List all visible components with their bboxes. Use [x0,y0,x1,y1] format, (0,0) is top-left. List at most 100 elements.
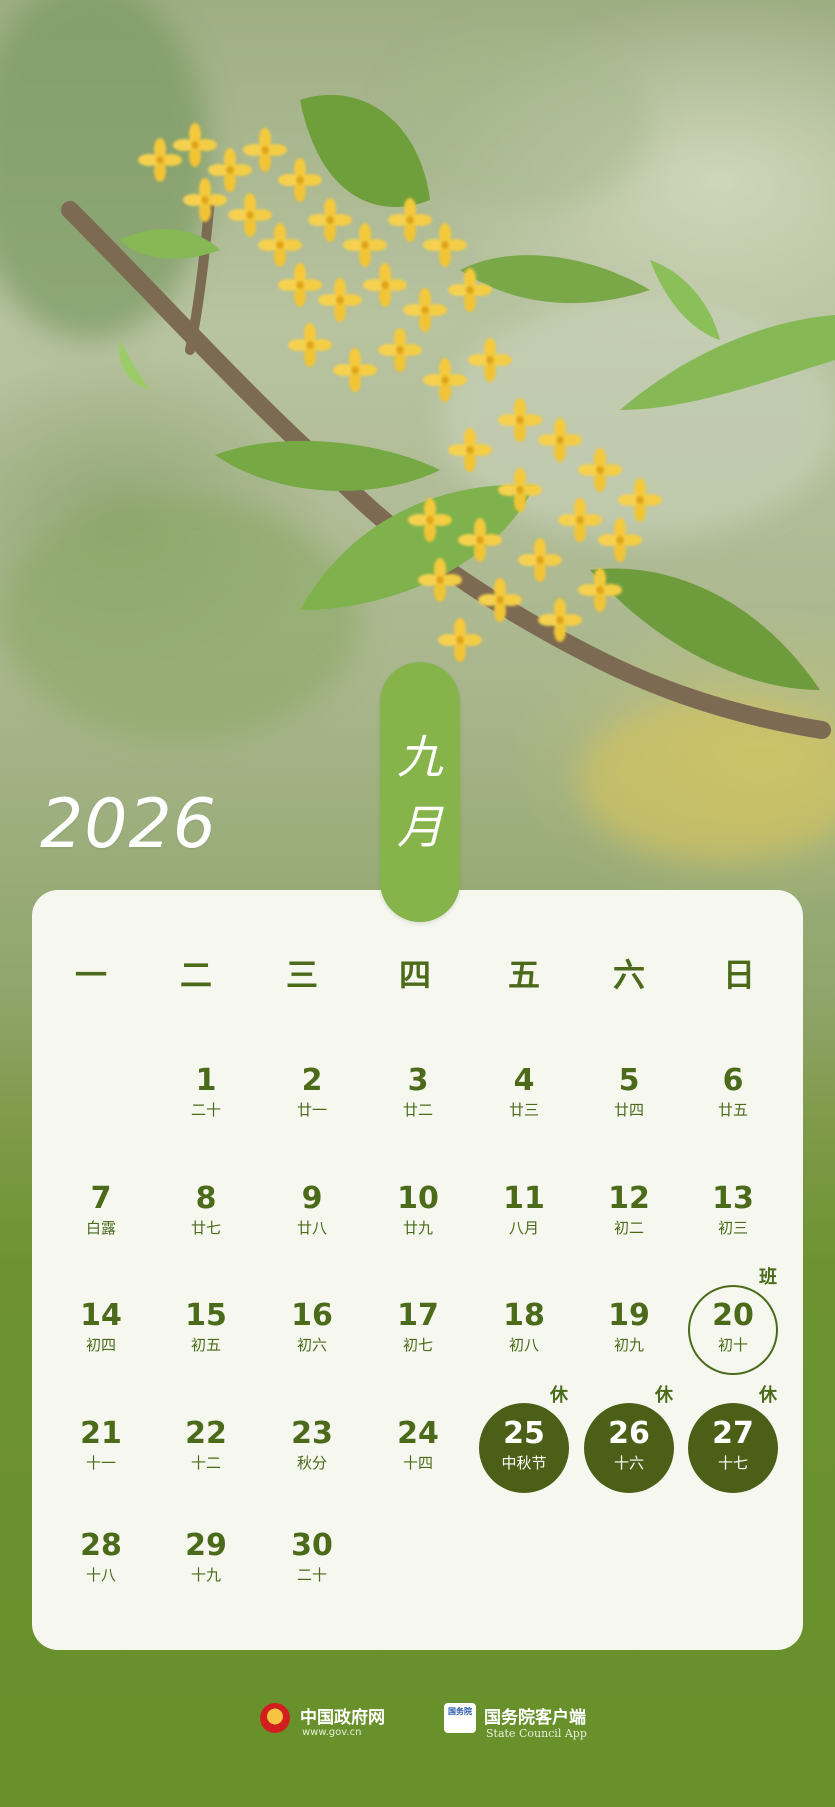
month-tag: 九 月 [380,662,460,922]
lunar-date: 二十 [296,1566,327,1584]
lunar-date: 廿三 [508,1101,539,1119]
calendar-day: 21 十一 [56,1403,146,1493]
calendar-day: 5 廿四 [584,1050,674,1140]
calendar-day: 10 廿九 [373,1168,463,1258]
calendar-day: 27 十七 [688,1403,778,1493]
calendar-day: 23 秋分 [267,1403,357,1493]
day-number: 29 [185,1528,227,1563]
workday-badge: 班 [759,1267,777,1288]
day-number: 30 [291,1528,333,1563]
day-number: 15 [185,1298,227,1333]
day-number: 18 [503,1298,545,1333]
month-char-2: 月 [397,800,443,854]
day-number: 14 [80,1298,122,1333]
lunar-date: 廿四 [613,1101,644,1119]
lunar-date: 初七 [402,1336,433,1354]
calendar-day: 17 初七 [373,1285,463,1375]
lunar-date: 二十 [190,1101,221,1119]
day-number: 20 [712,1298,754,1333]
lunar-date: 廿一 [296,1101,327,1119]
calendar-day: 1 二十 [161,1050,251,1140]
day-number: 4 [513,1063,535,1098]
lunar-date: 初三 [717,1219,748,1237]
lunar-date: 初五 [190,1336,221,1354]
day-number: 16 [291,1298,333,1333]
lunar-date: 廿八 [296,1219,327,1237]
lunar-date: 十一 [85,1454,116,1472]
calendar-day: 6 廿五 [688,1050,778,1140]
day-number: 6 [722,1063,744,1098]
lunar-date: 十九 [190,1566,221,1584]
lunar-date: 中秋节 [501,1454,547,1472]
weekday-sun: 日 [722,956,755,994]
lunar-date: 廿七 [190,1219,221,1237]
day-number: 5 [618,1063,640,1098]
calendar-day: 7 白露 [56,1168,146,1258]
lunar-date: 十四 [402,1454,433,1472]
state-council-app-icon: 国务院 [444,1703,476,1733]
calendar-day: 28 十八 [56,1515,146,1605]
lunar-date: 十六 [613,1454,644,1472]
weekday-sat: 六 [612,956,645,994]
lunar-date: 初六 [296,1336,327,1354]
lunar-date: 十二 [190,1454,221,1472]
lunar-date: 初十 [717,1336,748,1354]
calendar-day: 12 初二 [584,1168,674,1258]
calendar-day: 19 初九 [584,1285,674,1375]
calendar-day: 3 廿二 [373,1050,463,1140]
lunar-date: 十八 [85,1566,116,1584]
day-number: 27 [712,1416,754,1451]
calendar-day: 30 二十 [267,1515,357,1605]
calendar-day: 26 十六 [584,1403,674,1493]
calendar-day: 2 廿一 [267,1050,357,1140]
day-number: 25 [503,1416,545,1451]
day-number: 22 [185,1416,227,1451]
calendar-day: 15 初五 [161,1285,251,1375]
brand-app-name: 国务院客户端 [484,1708,586,1728]
month-char-1: 九 [397,730,443,784]
lunar-date: 初九 [613,1336,644,1354]
lunar-date: 十七 [717,1454,748,1472]
lunar-date: 初四 [85,1336,116,1354]
day-number: 28 [80,1528,122,1563]
weekday-tue: 二 [179,956,212,994]
day-number: 26 [608,1416,650,1451]
lunar-date: 初八 [508,1336,539,1354]
year-label: 2026 [40,785,218,864]
weekday-mon: 一 [74,956,107,994]
lunar-date: 秋分 [296,1454,327,1472]
holiday-badge: 休 [550,1385,568,1406]
lunar-date: 初二 [613,1219,644,1237]
day-number: 24 [397,1416,439,1451]
day-number: 7 [90,1181,112,1216]
lunar-date: 廿九 [402,1219,433,1237]
day-number: 9 [301,1181,323,1216]
brand-gov-name: 中国政府网 [300,1708,385,1728]
calendar-day: 29 十九 [161,1515,251,1605]
day-number: 2 [301,1063,323,1098]
calendar-day: 4 廿三 [479,1050,569,1140]
weekday-wed: 三 [285,956,318,994]
footer: 中国政府网 www.gov.cn 国务院 国务院客户端 State Counci… [0,1700,835,1760]
calendar-day: 9 廿八 [267,1168,357,1258]
lunar-date: 廿五 [717,1101,748,1119]
brand-gov-url: www.gov.cn [302,1727,362,1738]
calendar-day: 14 初四 [56,1285,146,1375]
national-emblem-icon [260,1703,290,1733]
lunar-date: 八月 [508,1219,539,1237]
weekday-thu: 四 [398,956,431,994]
holiday-badge: 休 [655,1385,673,1406]
day-number: 3 [407,1063,429,1098]
calendar-day: 11 八月 [479,1168,569,1258]
day-number: 21 [80,1416,122,1451]
day-number: 1 [195,1063,217,1098]
calendar-day: 24 十四 [373,1403,463,1493]
day-number: 17 [397,1298,439,1333]
day-number: 13 [712,1181,754,1216]
holiday-badge: 休 [759,1385,777,1406]
calendar-day: 16 初六 [267,1285,357,1375]
day-number: 12 [608,1181,650,1216]
calendar-card: 一 二 三 四 五 六 日 1 二十 2 廿一 3 廿二 4 廿三 5 廿四 6 廿五 7 白露 8 廿七 9 廿… [32,890,803,1650]
day-number: 8 [195,1181,217,1216]
lunar-date: 廿二 [402,1101,433,1119]
